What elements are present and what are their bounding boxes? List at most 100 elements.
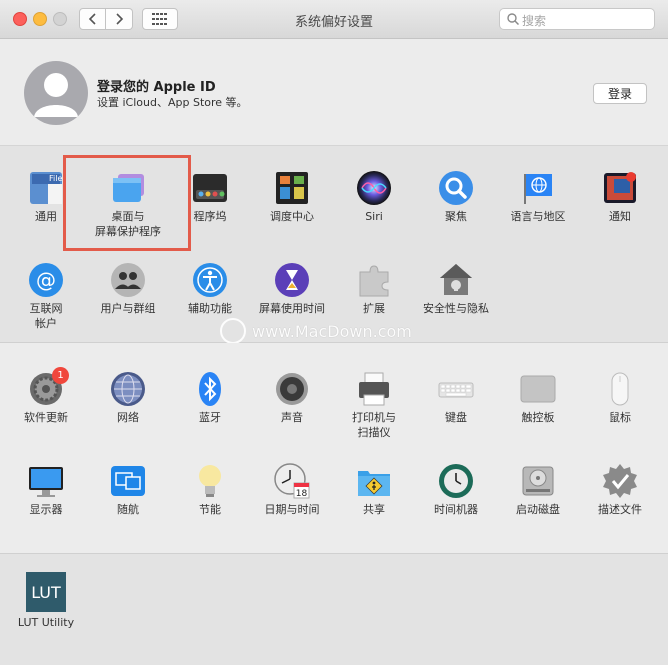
pref-sound[interactable]: 声音 <box>250 371 334 425</box>
lut-utility-icon: LUT <box>26 572 66 612</box>
user-silhouette-icon <box>34 73 78 117</box>
pref-displays[interactable]: 显示器 <box>4 463 88 517</box>
pref-users-groups[interactable]: 用户与群组 <box>86 262 170 316</box>
pref-spotlight[interactable]: 聚焦 <box>414 170 498 224</box>
update-badge: 1 <box>52 367 69 384</box>
time-machine-icon <box>438 463 474 499</box>
pref-label: 辅助功能 <box>188 302 232 315</box>
sharing-icon <box>356 463 392 499</box>
hardware-section: 1 软件更新 网络 蓝牙 声音 打印机与 扫描仪 键盘 触控板 鼠标 显示器 随… <box>0 343 668 554</box>
pref-lut-utility[interactable]: LUT LUT Utility <box>4 572 88 630</box>
sound-icon <box>274 371 310 407</box>
apple-id-subtitle: 设置 iCloud、App Store 等。 <box>97 96 248 109</box>
pref-network[interactable]: 网络 <box>86 371 170 425</box>
pref-label: 共享 <box>363 503 385 516</box>
siri-icon <box>356 170 392 206</box>
pref-label: 屏幕使用时间 <box>259 302 325 315</box>
mission-control-icon <box>274 170 310 206</box>
software-update-icon: 1 <box>28 367 69 407</box>
pref-label: 启动磁盘 <box>516 503 560 516</box>
pref-label: 声音 <box>281 411 303 424</box>
accessibility-icon <box>192 262 228 298</box>
pref-printers-scanners[interactable]: 打印机与 扫描仪 <box>332 371 416 440</box>
pref-startup-disk[interactable]: 启动磁盘 <box>496 463 580 517</box>
security-privacy-icon <box>438 262 474 298</box>
notifications-icon <box>602 170 638 206</box>
pref-screen-time[interactable]: 屏幕使用时间 <box>250 262 334 316</box>
sidecar-icon <box>110 463 146 499</box>
screen-time-icon <box>274 262 310 298</box>
pref-software-update[interactable]: 1 软件更新 <box>4 367 88 425</box>
general-icon: File <box>28 170 64 206</box>
pref-label: 扩展 <box>363 302 385 315</box>
energy-saver-icon <box>192 463 228 499</box>
pref-language-region[interactable]: 语言与地区 <box>496 170 580 224</box>
pref-security-privacy[interactable]: 安全性与隐私 <box>414 262 498 316</box>
startup-disk-icon <box>520 463 556 499</box>
pref-keyboard[interactable]: 键盘 <box>414 371 498 425</box>
bluetooth-icon <box>192 371 228 407</box>
search-field[interactable]: 搜索 <box>499 8 655 30</box>
pref-date-time[interactable]: 18 日期与时间 <box>250 463 334 517</box>
pref-label: 触控板 <box>521 411 555 424</box>
users-groups-icon <box>110 262 146 298</box>
pref-label: 互联网 帐户 <box>29 302 63 330</box>
mouse-icon <box>602 371 638 407</box>
highlight-box <box>63 155 191 251</box>
pref-sidecar[interactable]: 随航 <box>86 463 170 517</box>
title-bar: 系统偏好设置 搜索 <box>0 0 668 39</box>
keyboard-icon <box>438 371 474 407</box>
pref-bluetooth[interactable]: 蓝牙 <box>168 371 252 425</box>
pref-mission-control[interactable]: 调度中心 <box>250 170 334 224</box>
pref-label: 鼠标 <box>609 411 631 424</box>
network-icon <box>110 371 146 407</box>
pref-sharing[interactable]: 共享 <box>332 463 416 517</box>
printers-scanners-icon <box>356 371 392 407</box>
pref-label: 描述文件 <box>598 503 642 516</box>
spotlight-icon <box>438 170 474 206</box>
pref-label: 安全性与隐私 <box>423 302 489 315</box>
pref-label: 日期与时间 <box>264 503 320 516</box>
pref-label: LUT Utility <box>17 616 75 629</box>
pref-internet-accounts[interactable]: @ 互联网 帐户 <box>4 262 88 331</box>
pref-siri[interactable]: Siri <box>332 170 416 224</box>
pref-time-machine[interactable]: 时间机器 <box>414 463 498 517</box>
pref-label: 键盘 <box>445 411 467 424</box>
date-time-icon: 18 <box>274 463 310 499</box>
trackpad-icon <box>520 371 556 407</box>
pref-profiles[interactable]: 描述文件 <box>578 463 662 517</box>
pref-label: 软件更新 <box>24 411 68 424</box>
pref-trackpad[interactable]: 触控板 <box>496 371 580 425</box>
search-icon <box>507 13 519 25</box>
pref-label: 用户与群组 <box>100 302 156 315</box>
pref-label: 打印机与 扫描仪 <box>352 411 396 439</box>
internet-accounts-icon: @ <box>28 262 64 298</box>
pref-label: 网络 <box>117 411 139 424</box>
watermark-logo <box>220 318 246 344</box>
displays-icon <box>28 463 64 499</box>
pref-label: 显示器 <box>29 503 63 516</box>
pref-label: 调度中心 <box>270 210 314 223</box>
apple-id-title: 登录您的 Apple ID <box>97 80 216 95</box>
pref-mouse[interactable]: 鼠标 <box>578 371 662 425</box>
pref-label: 语言与地区 <box>510 210 566 223</box>
watermark-text: www.MacDown.com <box>252 322 412 341</box>
avatar[interactable] <box>24 61 88 125</box>
other-section: LUT LUT Utility <box>0 554 668 665</box>
svg-text:@: @ <box>36 268 56 292</box>
pref-extensions[interactable]: 扩展 <box>332 262 416 316</box>
pref-energy-saver[interactable]: 节能 <box>168 463 252 517</box>
pref-label: 聚焦 <box>445 210 467 223</box>
pref-notifications[interactable]: 通知 <box>578 170 662 224</box>
login-button[interactable]: 登录 <box>593 83 647 104</box>
pref-accessibility[interactable]: 辅助功能 <box>168 262 252 316</box>
pref-label: 蓝牙 <box>199 411 221 424</box>
preferences-window: 系统偏好设置 搜索 登录您的 Apple ID 设置 iCloud、App St… <box>0 0 668 665</box>
general-file-text: File <box>49 174 62 183</box>
apple-id-panel: 登录您的 Apple ID 设置 iCloud、App Store 等。 登录 <box>0 39 668 146</box>
lut-icon-text: LUT <box>31 583 61 602</box>
language-region-icon <box>520 170 556 206</box>
pref-label: 时间机器 <box>434 503 478 516</box>
pref-label: 节能 <box>199 503 221 516</box>
extensions-icon <box>356 262 392 298</box>
